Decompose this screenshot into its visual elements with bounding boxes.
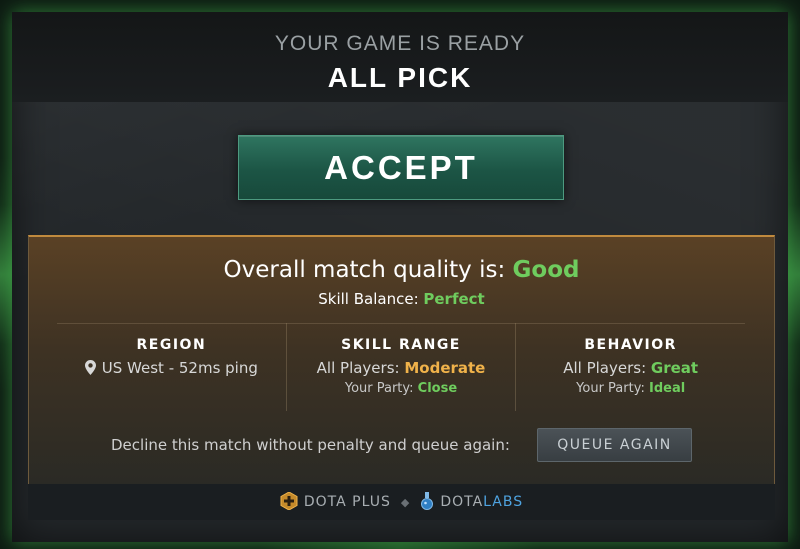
behavior-all-players-value: Great <box>650 359 699 377</box>
skill-range-all-players: All Players: Moderate <box>287 359 516 377</box>
footer-branding: DOTA PLUS ◆ DOTALABS <box>28 491 775 514</box>
map-pin-icon <box>84 360 96 379</box>
behavior-all-players-label: All Players: <box>563 359 651 377</box>
skill-range-all-players-label: All Players: <box>316 359 405 377</box>
skill-range-stat: SKILL RANGE All Players: Moderate Your P… <box>285 323 516 411</box>
behavior-party-value: Ideal <box>648 381 686 396</box>
skill-balance-value: Perfect <box>423 290 485 308</box>
dota-plus-icon <box>280 491 298 514</box>
region-stat: REGION US West - 52ms ping <box>57 323 286 411</box>
flask-icon <box>420 492 434 514</box>
behavior-all-players: All Players: Great <box>516 359 745 377</box>
header: YOUR GAME IS READY ALL PICK <box>12 12 788 102</box>
skill-balance-label: Skill Balance: <box>318 290 424 308</box>
region-label: REGION <box>136 337 207 353</box>
match-quality-value: Good <box>512 257 580 283</box>
dotalabs-dota: DOTA <box>440 494 484 510</box>
footer: DOTA PLUS ◆ DOTALABS <box>28 484 775 520</box>
skill-range-party-label: Your Party: <box>344 381 418 396</box>
game-mode-title: ALL PICK <box>327 62 473 93</box>
region-value: US West - 52ms ping <box>101 359 258 377</box>
behavior-party-label: Your Party: <box>576 381 649 396</box>
accept-button[interactable]: ACCEPT <box>238 135 564 200</box>
skill-range-party: Your Party: Close <box>287 381 516 396</box>
match-quality-panel: Overall match quality is: Good Skill Bal… <box>28 235 775 488</box>
dota-plus-label: DOTA PLUS <box>303 494 391 510</box>
match-quality-prefix: Overall match quality is: <box>223 257 513 283</box>
match-quality-title: Overall match quality is: Good <box>29 257 774 283</box>
queue-again-button[interactable]: QUEUE AGAIN <box>537 428 692 462</box>
skill-range-label: SKILL RANGE <box>341 337 461 353</box>
behavior-party: Your Party: Ideal <box>516 381 745 396</box>
footer-separator: ◆ <box>400 496 411 509</box>
decline-text: Decline this match without penalty and q… <box>111 436 510 454</box>
header-subtitle: YOUR GAME IS READY <box>274 32 526 55</box>
region-value-row: US West - 52ms ping <box>57 359 286 379</box>
behavior-stat: BEHAVIOR All Players: Great Your Party: … <box>515 323 745 411</box>
skill-range-all-players-value: Moderate <box>404 359 486 377</box>
skill-range-party-value: Close <box>417 381 458 396</box>
decline-row: Decline this match without penalty and q… <box>29 427 774 463</box>
match-stats: REGION US West - 52ms ping SKILL RANGE A… <box>57 323 745 411</box>
behavior-label: BEHAVIOR <box>584 337 677 353</box>
skill-balance: Skill Balance: Perfect <box>29 290 774 308</box>
dotalabs-labs: LABS <box>483 494 524 510</box>
